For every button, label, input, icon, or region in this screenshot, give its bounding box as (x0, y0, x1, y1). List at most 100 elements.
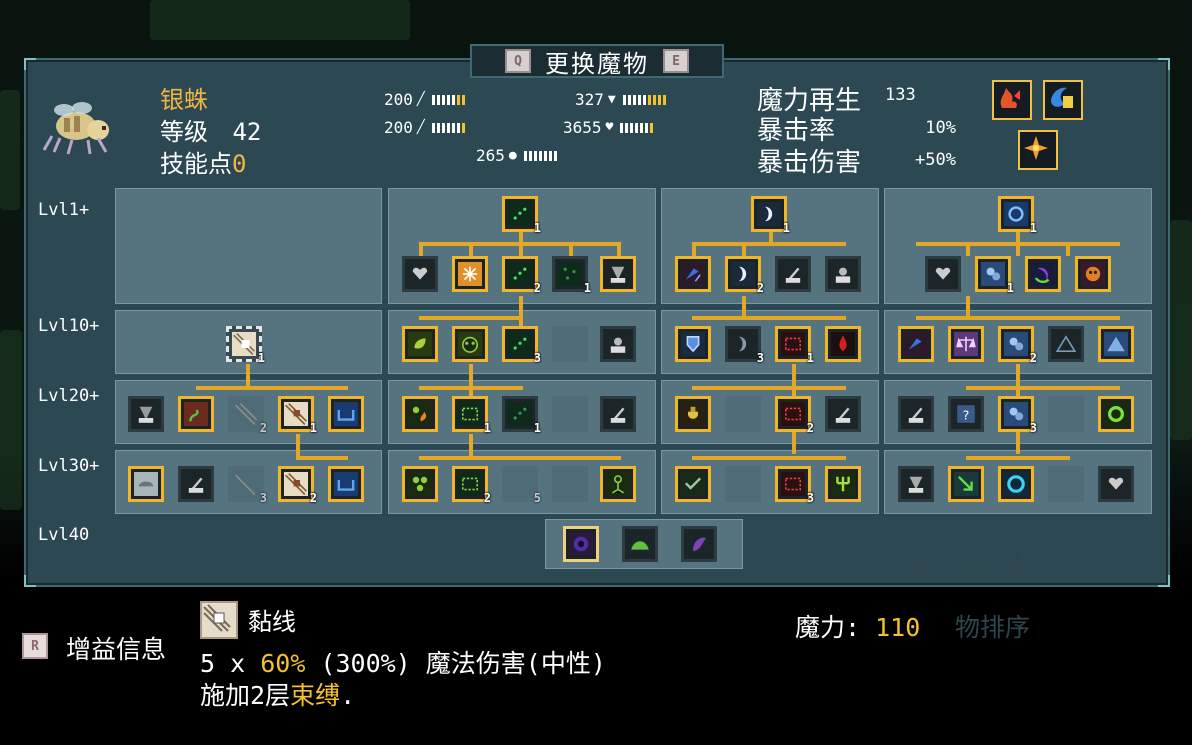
fire-buff-icon[interactable] (992, 80, 1032, 120)
tree-branch (692, 242, 696, 256)
skill-node-magic-stat-5[interactable] (898, 396, 934, 432)
skill-node-storm-cloud[interactable] (128, 466, 164, 502)
crit-damage-label: 暴击伤害 (757, 148, 862, 178)
skill-node-green-dots-4[interactable]: 1 (502, 396, 541, 435)
skill-node-health-2[interactable] (925, 256, 961, 292)
skill-node-blue-orb[interactable]: 1 (998, 196, 1037, 235)
skill-node-defense-2[interactable] (600, 256, 636, 292)
skill-node-bind-2[interactable]: 2 (452, 466, 491, 505)
skill-node-cyan-ring[interactable] (998, 466, 1034, 502)
skill-node-ultimate-nature[interactable] (622, 526, 658, 562)
tree-branch (1016, 242, 1020, 256)
skill-node-crescent-purple[interactable] (1025, 256, 1061, 292)
node-count: 3 (259, 491, 267, 505)
skill-node-locked-2[interactable] (552, 396, 588, 432)
skill-node-locked-3[interactable]: 5 (502, 466, 541, 505)
desc-apply: 施加2层 (200, 681, 291, 710)
skill-node-green-arrow[interactable] (948, 466, 984, 502)
node-count: 1 (533, 221, 541, 235)
skill-node-web-burst[interactable]: 1 (278, 396, 317, 435)
skill-node-fire-leaf[interactable] (402, 396, 438, 432)
skill-node-poison-plant[interactable] (178, 396, 214, 432)
skill-node-demon[interactable] (452, 326, 488, 362)
skill-node-blue-golem-3[interactable]: 3 (998, 396, 1037, 435)
skill-node-shield-blue[interactable] (675, 326, 711, 362)
skill-node-green-ring[interactable] (1098, 396, 1134, 432)
skill-node-green-trident[interactable] (825, 466, 861, 502)
skill-node-speed-2[interactable] (825, 256, 861, 292)
skill-node-web-burst-2[interactable]: 2 (278, 466, 317, 505)
mana-regen-value: 133 (885, 85, 916, 105)
node-count: 2 (1029, 351, 1037, 365)
skill-node-blue-pyramid[interactable] (1098, 326, 1134, 362)
skill-node-blood-drop[interactable] (825, 326, 861, 362)
skill-node-health-3[interactable] (1098, 466, 1134, 502)
skill-node-locked-8[interactable] (1048, 466, 1084, 502)
tree-branch (569, 242, 573, 256)
mana-value: 110 (875, 613, 921, 642)
skill-node-ice-shard[interactable] (675, 256, 711, 292)
skill-node-green-dots-locked[interactable]: 1 (552, 256, 591, 295)
skill-node-moon[interactable]: 1 (751, 196, 790, 235)
skill-node-blue-golem-2[interactable]: 2 (998, 326, 1037, 365)
skill-tree: Lvl1+ Lvl10+ Lvl20+ Lvl30+ Lvl40 1 2 1 3… (30, 184, 1158, 574)
skill-node-vine-man[interactable] (600, 466, 636, 502)
skill-node-red-bind-2[interactable]: 2 (775, 396, 814, 435)
node-count: 1 (483, 421, 491, 435)
skill-node-locked-web[interactable]: 2 (228, 396, 267, 435)
monster-level: 等级 42 (160, 112, 261, 147)
skill-node-mystery[interactable]: ? (948, 396, 984, 432)
skill-node-magic-stat-2[interactable] (600, 396, 636, 432)
skill-node-ultimate-void[interactable] (563, 526, 599, 562)
skill-node-health[interactable] (402, 256, 438, 292)
skill-node-orange-face[interactable] (1075, 256, 1111, 292)
skill-node-locked[interactable] (552, 326, 588, 362)
skill-node-moon-dim[interactable]: 3 (725, 326, 764, 365)
skill-node-water-shield-2[interactable] (328, 466, 364, 502)
skill-node-red-bind[interactable]: 1 (775, 326, 814, 365)
skill-node-green-dots-3[interactable]: 3 (502, 326, 541, 365)
buff-info-label[interactable]: 增益信息 (66, 630, 166, 666)
skill-node-defense-3[interactable] (898, 466, 934, 502)
skill-node-web-orange[interactable] (452, 256, 488, 292)
skill-description-line2: 施加2层束缚. (200, 676, 355, 712)
skill-node-magic-stat[interactable] (178, 466, 214, 502)
tree-branch (966, 386, 1120, 390)
skill-points: 技能点0 (160, 144, 246, 179)
skill-node-locked-7[interactable] (1048, 396, 1084, 432)
skill-node-magic-stat-3[interactable] (775, 256, 811, 292)
buff-info-key[interactable]: R (22, 633, 48, 659)
skill-node-sticky-web[interactable]: 1 (226, 326, 265, 365)
skill-node-locked-web-2[interactable]: 3 (228, 466, 267, 505)
skill-node-magic-stat-4[interactable] (825, 396, 861, 432)
heart-icon: ♥ (605, 120, 614, 135)
skill-node-pyramid[interactable] (1048, 326, 1084, 362)
light-buff-icon[interactable] (1018, 130, 1058, 170)
next-monster-key[interactable]: E (663, 49, 689, 73)
skill-node-red-bind-3[interactable]: 3 (775, 466, 814, 505)
bg-foliage (1170, 220, 1192, 440)
skill-node-speed[interactable] (600, 326, 636, 362)
skill-node-clover[interactable] (402, 466, 438, 502)
skill-node-locked-4[interactable] (552, 466, 588, 502)
node-count: 2 (756, 281, 764, 295)
skill-node-green-dots-2[interactable]: 2 (502, 256, 541, 295)
water-buff-icon[interactable] (1043, 80, 1083, 120)
skill-node-blue-golem[interactable]: 1 (975, 256, 1014, 295)
magic-pips (431, 122, 465, 133)
skill-node-water-shield[interactable] (328, 396, 364, 432)
skill-node-ultimate-shadow[interactable] (681, 526, 717, 562)
skill-node-leaf[interactable] (402, 326, 438, 362)
skill-node-bind[interactable]: 1 (452, 396, 491, 435)
skill-node-locked-6[interactable] (725, 466, 761, 502)
bg-foliage (0, 90, 20, 210)
skill-node-defense[interactable] (128, 396, 164, 432)
skill-node-swirl[interactable] (675, 466, 711, 502)
skill-node-green-dots[interactable]: 1 (502, 196, 541, 235)
prev-monster-key[interactable]: Q (505, 49, 531, 73)
skill-node-gold-sack[interactable] (675, 396, 711, 432)
skill-node-scales[interactable] (948, 326, 984, 362)
skill-node-moon-2[interactable]: 2 (725, 256, 764, 295)
skill-node-locked-5[interactable] (725, 396, 761, 432)
skill-node-ice-shard-2[interactable] (898, 326, 934, 362)
